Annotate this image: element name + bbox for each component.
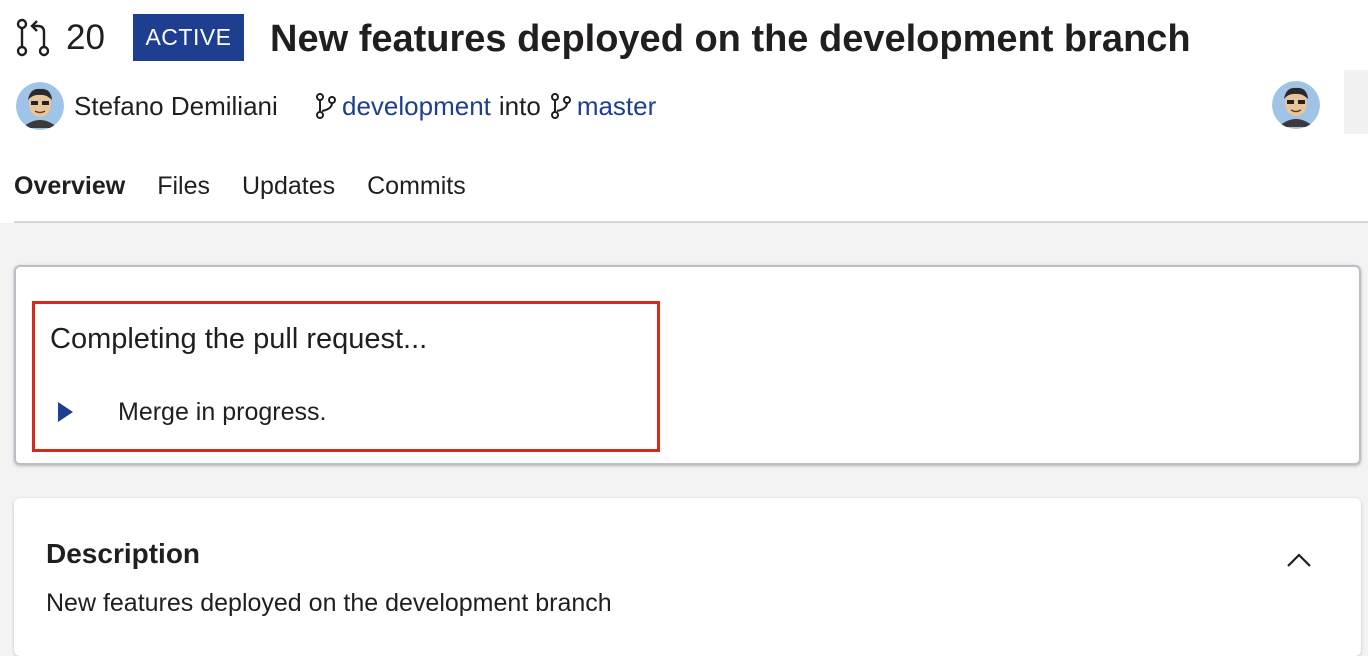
pr-number: 20 [66, 18, 105, 57]
author-name[interactable]: Stefano Demiliani [74, 88, 278, 124]
chevron-up-icon[interactable] [1284, 548, 1314, 572]
description-card: Description New features deployed on the… [14, 498, 1361, 656]
description-body: New features deployed on the development… [46, 589, 612, 617]
status-badge: ACTIVE [133, 14, 244, 61]
completion-status-card: Completing the pull request... Merge in … [14, 265, 1361, 465]
tab-commits[interactable]: Commits [367, 160, 466, 222]
source-branch-link[interactable]: development [342, 91, 491, 122]
pr-header: 20 ACTIVE New features deployed on the d… [0, 0, 1368, 231]
tab-overview[interactable]: Overview [14, 160, 126, 231]
pr-tabs: Overview Files Updates Commits [14, 160, 498, 231]
tab-files[interactable]: Files [157, 160, 210, 222]
branch-icon [550, 93, 571, 119]
side-panel-edge [1344, 70, 1368, 134]
description-heading: Description [46, 538, 201, 569]
completion-message: Completing the pull request... [50, 323, 428, 355]
page-title: New features deployed on the development… [270, 18, 1191, 60]
tab-updates[interactable]: Updates [242, 160, 335, 222]
reviewer-avatar[interactable] [1272, 81, 1320, 129]
overview-content: Completing the pull request... Merge in … [0, 223, 1368, 656]
pull-request-icon [16, 18, 50, 57]
author-avatar[interactable] [16, 82, 64, 130]
branch-icon [316, 93, 336, 119]
target-branch-link[interactable]: master [577, 91, 656, 122]
branch-info: development into master [314, 88, 656, 124]
merge-step-text: Merge in progress. [118, 398, 327, 426]
into-label: into [498, 90, 541, 121]
caret-right-icon[interactable] [56, 401, 74, 423]
